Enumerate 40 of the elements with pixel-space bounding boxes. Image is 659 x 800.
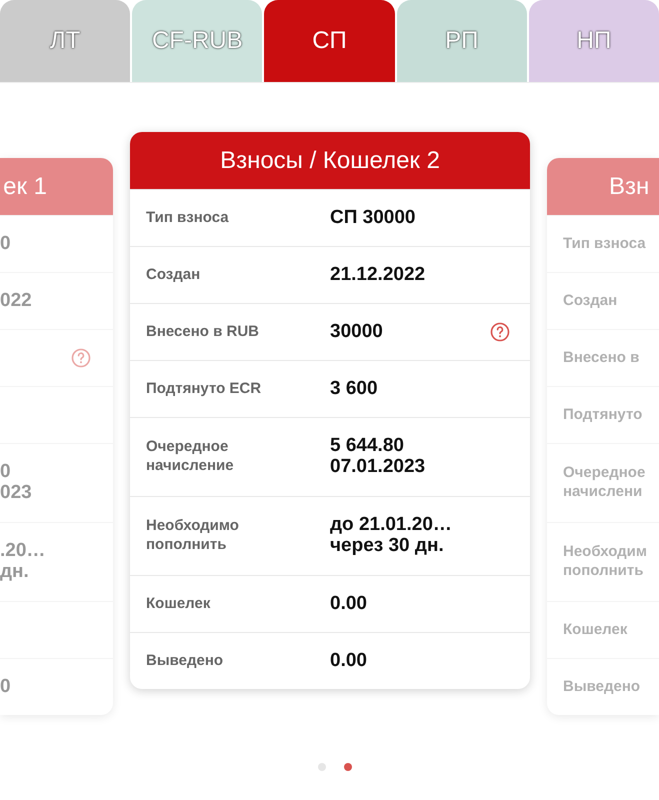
page-dot[interactable] xyxy=(318,763,326,771)
tab[interactable]: CF-RUB xyxy=(132,0,262,82)
field-label: Очередное начислени xyxy=(562,464,646,502)
card-title: ек 1 xyxy=(3,172,47,200)
field-label: Выведено xyxy=(145,652,224,670)
field-value: 0 xyxy=(0,676,11,698)
field-label: Тип взноса xyxy=(145,208,230,228)
tab[interactable]: СП xyxy=(264,0,395,82)
card-title: Взносы / Кошелек 2 xyxy=(220,146,440,174)
field-value: 0 023 xyxy=(0,462,32,504)
tab[interactable]: ЛТ xyxy=(0,0,130,82)
field-label: Создан xyxy=(562,292,618,310)
field-value: .20… дн. xyxy=(0,541,46,583)
field-value: до 21.01.20… через 30 дн. xyxy=(330,515,452,557)
field-value: 3 600 xyxy=(330,378,378,400)
card-title: Взн xyxy=(609,172,650,200)
field-label: Создан xyxy=(145,266,202,284)
field-value: 0.00 xyxy=(330,594,367,614)
field-value: 30000 xyxy=(330,322,383,342)
field-label: Внесено в RUB xyxy=(145,322,260,342)
field-value: 0 xyxy=(0,234,11,254)
field-label: Подтянуто ECR xyxy=(145,380,262,398)
field-label: Очередное начисление xyxy=(145,438,235,476)
field-value: 5 644.80 07.01.2023 xyxy=(330,436,426,478)
field-label: Кошелек xyxy=(562,620,628,640)
field-label: Тип взноса xyxy=(562,234,646,254)
field-label: Внесено в xyxy=(562,348,640,368)
field-value: 022 xyxy=(0,290,32,312)
field-label: Необходимо пополнить xyxy=(145,517,240,555)
field-label: Кошелек xyxy=(145,594,212,614)
tab[interactable]: РП xyxy=(396,0,527,82)
help-icon[interactable] xyxy=(490,322,510,342)
field-label: Подтянуто xyxy=(562,406,642,424)
field-label: Выведено xyxy=(562,678,640,696)
field-value: СП 30000 xyxy=(330,208,416,228)
field-value: 0.00 xyxy=(330,650,367,672)
tab[interactable]: НП xyxy=(528,0,659,82)
field-value: 21.12.2022 xyxy=(330,264,426,286)
page-dot[interactable] xyxy=(344,763,352,771)
field-label: Необходим пополнить xyxy=(562,543,648,581)
